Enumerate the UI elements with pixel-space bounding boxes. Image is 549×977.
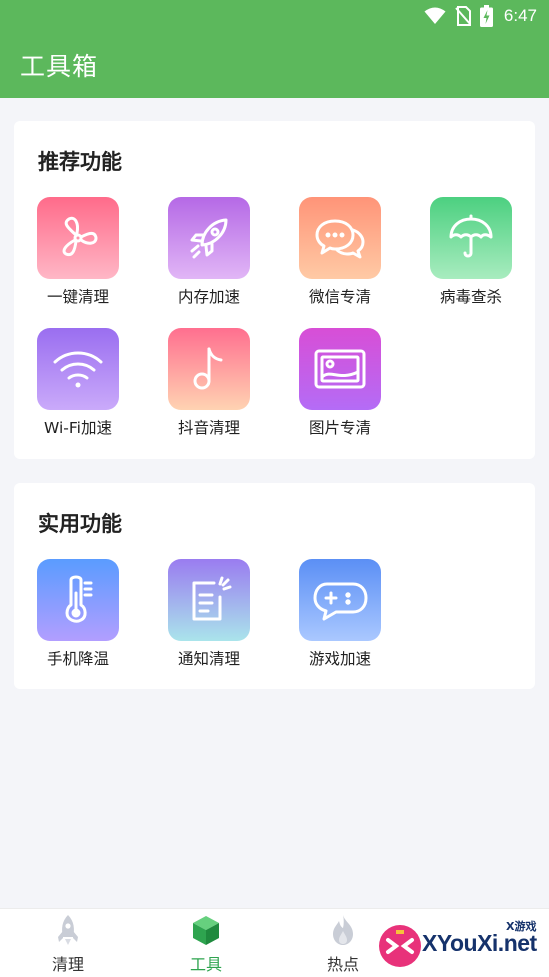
- tool-label: 游戏加速: [308, 650, 371, 668]
- icon-tile: [299, 328, 381, 410]
- tool-douyin-clean[interactable]: 抖音清理: [154, 328, 264, 448]
- tool-memory-boost[interactable]: 内存加速: [154, 197, 264, 317]
- icon-tile: [168, 559, 250, 641]
- tool-label: 内存加速: [177, 288, 240, 306]
- tool-label: 一键清理: [46, 288, 109, 306]
- umbrella-icon: [449, 214, 493, 258]
- tab-label: 工具: [189, 955, 222, 974]
- page-title: 工具箱: [20, 52, 99, 81]
- tool-label: 抖音清理: [177, 419, 240, 437]
- tool-notification-clean[interactable]: 通知清理: [154, 559, 264, 679]
- image-icon: [314, 349, 366, 389]
- tool-photo-clean[interactable]: 图片专清: [285, 328, 395, 448]
- icon-tile: [168, 328, 250, 410]
- section-title: 推荐功能: [38, 150, 122, 174]
- icon-tile: [430, 197, 512, 279]
- cube-tab-icon: [193, 916, 219, 945]
- tool-label: 病毒查杀: [439, 288, 502, 306]
- icon-tile: [168, 197, 250, 279]
- icon-tile: [37, 197, 119, 279]
- wifi-icon: [53, 351, 103, 388]
- tab-tools[interactable]: 工具: [151, 909, 261, 977]
- section-title: 实用功能: [38, 512, 122, 536]
- icon-tile: [299, 559, 381, 641]
- status-time: 6:47: [503, 6, 537, 25]
- tool-wifi-boost[interactable]: Wi-Fi加速: [23, 328, 133, 448]
- tool-label: Wi-Fi加速: [44, 419, 112, 437]
- fan-icon: [62, 216, 98, 257]
- notification-note-icon: [192, 576, 232, 621]
- tool-one-click-clean[interactable]: 一键清理: [23, 197, 133, 317]
- rocket-icon: [190, 218, 228, 259]
- tool-antivirus[interactable]: 病毒查杀: [416, 197, 526, 317]
- chat-bubbles-icon: [315, 219, 365, 259]
- thermometer-icon: [65, 575, 93, 623]
- icon-tile: [299, 197, 381, 279]
- music-note-icon: [193, 347, 223, 390]
- icon-tile: [37, 559, 119, 641]
- gamepad-logo-icon: [379, 925, 421, 967]
- tab-clean[interactable]: 清理: [13, 909, 123, 977]
- rocket-tab-icon: [58, 915, 78, 945]
- gamepad-icon: [313, 582, 368, 621]
- utility-section: 实用功能 手机降温 通知清理 游戏加速: [14, 483, 535, 689]
- icon-tile: [37, 328, 119, 410]
- watermark: X游戏 XYouXi.net: [378, 916, 549, 976]
- tool-label: 图片专清: [308, 419, 371, 437]
- tab-label: 清理: [51, 955, 84, 974]
- tool-game-boost[interactable]: 游戏加速: [285, 559, 395, 679]
- battery-charging-icon: [479, 5, 493, 27]
- tool-label: 手机降温: [46, 650, 109, 668]
- status-bar: 6:47: [0, 0, 549, 32]
- wifi-icon: [424, 7, 446, 24]
- app-bar: 6:47 工具箱: [0, 0, 549, 98]
- tool-label: 微信专清: [308, 288, 371, 306]
- tool-label: 通知清理: [177, 650, 240, 668]
- watermark-brand: XYouXi.net: [422, 930, 537, 956]
- tool-phone-cooling[interactable]: 手机降温: [23, 559, 133, 679]
- tool-wechat-clean[interactable]: 微信专清: [285, 197, 395, 317]
- no-sim-icon: [455, 6, 471, 26]
- flame-tab-icon: [333, 915, 353, 945]
- recommended-section: 推荐功能 一键清理 内存加速 微信专清 病毒查杀 Wi-Fi加速 抖音清理 图片…: [14, 121, 535, 459]
